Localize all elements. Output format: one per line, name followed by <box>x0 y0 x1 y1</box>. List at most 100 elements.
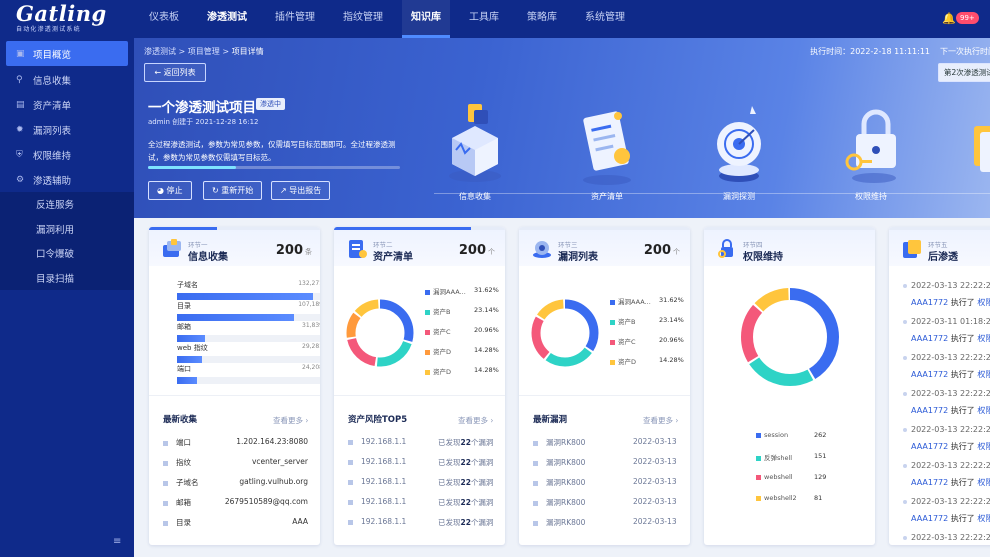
timeline-target[interactable]: 权限 <box>977 514 990 523</box>
section-title: 最新收集 <box>163 415 198 425</box>
risk-ip[interactable]: 192.168.1.1 <box>348 497 406 506</box>
risk-ip[interactable]: 192.168.1.1 <box>348 437 406 446</box>
nav-system[interactable]: 系统管理 <box>576 0 634 38</box>
legend-item[interactable]: 资产D <box>610 356 636 366</box>
vuln-name[interactable]: 漏洞RK800 <box>533 477 585 488</box>
bell-icon[interactable]: 🔔 <box>942 12 956 25</box>
legend-label: webshell2 <box>764 494 797 502</box>
restart-button[interactable]: ↻ 重新开始 <box>203 181 263 200</box>
legend-item[interactable]: session <box>756 431 788 439</box>
legend-item[interactable]: 资产D <box>425 366 451 376</box>
legend-item[interactable]: webshell <box>756 473 793 481</box>
timeline-user[interactable]: AAA1772 <box>911 298 948 307</box>
nav-strategies[interactable]: 策略库 <box>518 0 566 38</box>
assets-donut-chart <box>346 299 414 367</box>
sidebar-item-persist[interactable]: ⛨ 权限维持 <box>0 142 134 167</box>
vuln-name[interactable]: 漏洞RK800 <box>533 457 585 468</box>
timeline-user[interactable]: AAA1772 <box>911 334 948 343</box>
risk-ip[interactable]: 192.168.1.1 <box>348 517 406 526</box>
legend-item[interactable]: 资产B <box>610 316 635 326</box>
sidebar-item-assets[interactable]: ▤ 资产清单 <box>0 92 134 117</box>
timeline-target[interactable]: 权限 <box>977 334 990 343</box>
risk-ip[interactable]: 192.168.1.1 <box>348 457 406 466</box>
timeline-target[interactable]: 权限 <box>977 478 990 487</box>
export-button[interactable]: ↗ 导出报告 <box>271 181 331 200</box>
recent-value[interactable]: 2679510589@qq.com <box>225 497 308 506</box>
back-button[interactable]: ← 返回列表 <box>144 63 206 82</box>
view-more-link[interactable]: 查看更多 › <box>273 415 308 426</box>
restart-icon: ↻ <box>212 186 219 195</box>
timeline-target[interactable]: 权限 <box>977 298 990 307</box>
risk-ip[interactable]: 192.168.1.1 <box>348 477 406 486</box>
timeline-time-label: 2022-03-13 22:22:22 <box>911 461 990 470</box>
stage-info[interactable]: 信息收集 <box>430 98 520 201</box>
view-more-link[interactable]: 查看更多 › <box>643 415 678 426</box>
legend-item[interactable]: 资产D <box>425 346 451 356</box>
recent-value[interactable]: vcenter_server <box>252 457 308 466</box>
stop-icon: ◕ <box>157 186 164 195</box>
sidebar-item-overview[interactable]: ▣ 项目概览 <box>6 41 128 66</box>
card-count-unit: 条 <box>305 248 312 256</box>
bar-fill <box>177 293 313 300</box>
recent-value[interactable]: AAA <box>292 517 308 526</box>
timeline-target[interactable]: 权限 <box>977 442 990 451</box>
timeline-dot-icon <box>903 283 907 288</box>
legend-item[interactable]: 资产C <box>425 326 451 336</box>
legend-item[interactable]: 资产B <box>425 306 450 316</box>
sidebar-item-info[interactable]: ⚲ 信息收集 <box>0 67 134 92</box>
bar-track <box>177 293 320 300</box>
sidebar-subitem-exploit[interactable]: 漏洞利用 <box>0 216 134 241</box>
timeline-entry[interactable]: AAA1772 执行了 权限 <box>911 333 990 344</box>
collapse-icon[interactable]: ≡ <box>113 536 121 547</box>
recent-value[interactable]: 1.202.164.23:8080 <box>236 437 308 446</box>
next-run-button[interactable]: 第2次渗透测试报告 <box>938 63 990 82</box>
timeline-target[interactable]: 权限 <box>977 370 990 379</box>
sidebar-item-assist[interactable]: ⚙ 渗透辅助 <box>0 167 134 192</box>
legend-label: session <box>764 431 789 439</box>
timeline-user[interactable]: AAA1772 <box>911 514 948 523</box>
legend-item[interactable]: 反弹shell <box>756 452 792 462</box>
timeline-entry[interactable]: AAA1772 执行了 权限 <box>911 513 990 524</box>
vuln-name[interactable]: 漏洞RK800 <box>533 497 585 508</box>
exec-time-value: 2022-2-18 11:11:11 <box>850 47 930 56</box>
sidebar-subitem-reverse[interactable]: 反连服务 <box>0 192 134 217</box>
nav-tools[interactable]: 工具库 <box>460 0 508 38</box>
nav-fingerprints[interactable]: 指纹管理 <box>334 0 392 38</box>
bullet-icon <box>163 460 168 466</box>
timeline-entry[interactable]: AAA1772 执行了 权限 <box>911 405 990 416</box>
stage-vulns[interactable]: 漏洞探测 <box>694 98 784 201</box>
stage-assets[interactable]: 资产清单 <box>562 98 652 201</box>
nav-knowledge[interactable]: 知识库 <box>402 0 450 38</box>
nav-plugins[interactable]: 插件管理 <box>266 0 324 38</box>
timeline-entry[interactable]: AAA1772 执行了 权限 <box>911 441 990 452</box>
stage-label: 漏洞探测 <box>723 192 755 201</box>
vuln-name[interactable]: 漏洞RK800 <box>533 437 585 448</box>
sidebar-subitem-dirscan[interactable]: 目录扫描 <box>0 265 134 290</box>
nav-pentest[interactable]: 渗透测试 <box>198 0 256 38</box>
timeline-user[interactable]: AAA1772 <box>911 442 948 451</box>
legend-item[interactable]: 漏洞AAA... <box>425 286 466 296</box>
breadcrumb-item[interactable]: 渗透测试 <box>144 47 176 56</box>
legend-item[interactable]: 资产C <box>610 336 636 346</box>
stage-post[interactable] <box>958 98 990 191</box>
vuln-name[interactable]: 漏洞RK800 <box>533 517 585 528</box>
sidebar-item-vulns[interactable]: ✹ 漏洞列表 <box>0 117 134 142</box>
view-more-link[interactable]: 查看更多 › <box>458 415 493 426</box>
legend-item[interactable]: 漏洞AAA... <box>610 296 651 306</box>
recent-value[interactable]: gatling.vulhub.org <box>239 477 308 486</box>
breadcrumb-item[interactable]: 项目管理 <box>188 47 220 56</box>
risk-ip-label: 192.168.1.1 <box>361 477 407 486</box>
legend-item[interactable]: webshell2 <box>756 494 797 502</box>
timeline-entry[interactable]: AAA1772 执行了 权限 <box>911 477 990 488</box>
timeline-entry[interactable]: AAA1772 执行了 权限 <box>911 369 990 380</box>
timeline-entry[interactable]: AAA1772 执行了 权限 <box>911 297 990 308</box>
sidebar-subitem-bruteforce[interactable]: 口令爆破 <box>0 241 134 266</box>
timeline-user[interactable]: AAA1772 <box>911 406 948 415</box>
timeline-user[interactable]: AAA1772 <box>911 478 948 487</box>
stage-persist[interactable]: 权限维持 <box>826 98 916 201</box>
recent-type: 子域名 <box>163 477 199 488</box>
stop-button[interactable]: ◕ 停止 <box>148 181 192 200</box>
timeline-user[interactable]: AAA1772 <box>911 370 948 379</box>
timeline-target[interactable]: 权限 <box>977 406 990 415</box>
nav-dashboard[interactable]: 仪表板 <box>140 0 188 38</box>
